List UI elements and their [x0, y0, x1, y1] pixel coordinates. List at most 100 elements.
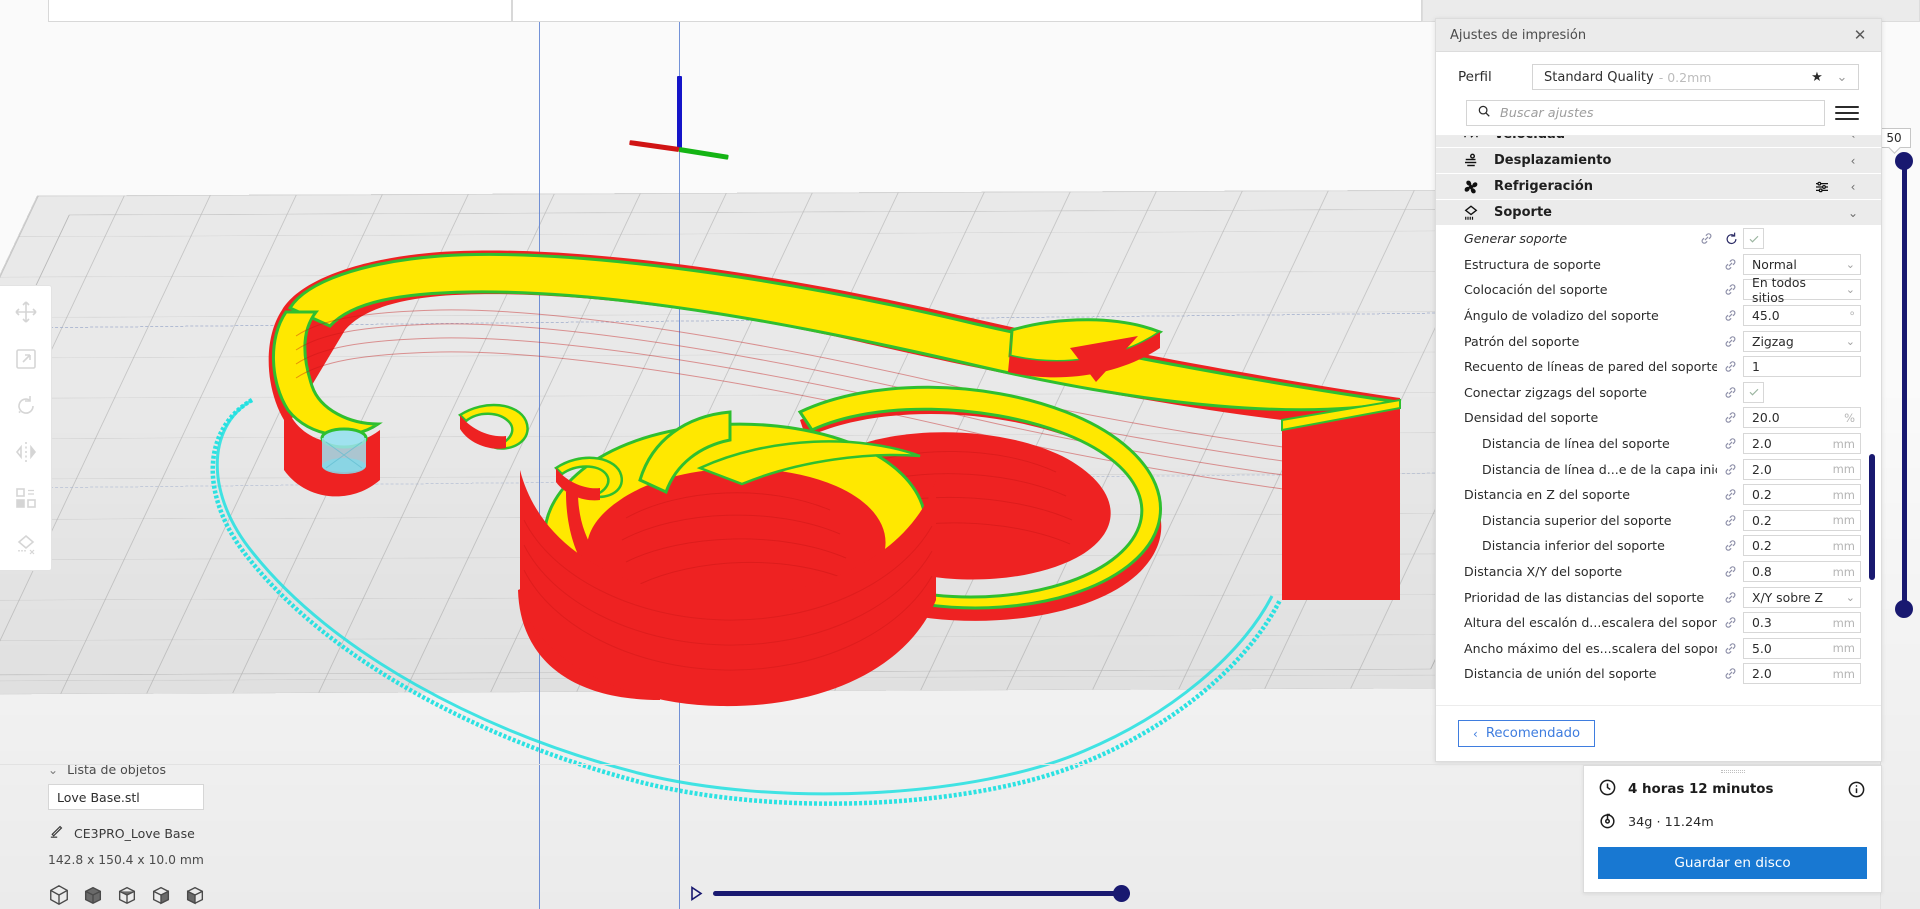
- setting-row-distancia-de-linea-del-soporte[interactable]: Distancia de línea del soporte 2.0 mm: [1436, 431, 1881, 457]
- save-to-disk-button[interactable]: Guardar en disco: [1598, 847, 1867, 879]
- setting-input[interactable]: 0.2 mm: [1743, 484, 1861, 506]
- setting-row-estructura-de-soporte[interactable]: Estructura de soporte Normal ⌄: [1436, 252, 1881, 278]
- simulation-slider-track[interactable]: [713, 884, 1130, 902]
- top-toolbar-center[interactable]: [512, 0, 1422, 22]
- setting-row-densidad-del-soporte[interactable]: Densidad del soporte 20.0%: [1436, 405, 1881, 431]
- simulation-slider-handle[interactable]: [1113, 884, 1130, 902]
- setting-input[interactable]: 20.0%: [1743, 407, 1861, 429]
- setting-row-recuento-de-lineas-de-pared-del-soporte[interactable]: Recuento de líneas de pared del soporte 1: [1436, 354, 1881, 380]
- link-icon[interactable]: [1717, 666, 1743, 681]
- link-icon[interactable]: [1717, 615, 1743, 630]
- chevron-down-icon[interactable]: ⌄: [1832, 70, 1852, 85]
- settings-menu-icon[interactable]: [1835, 106, 1859, 120]
- chevron-icon[interactable]: ‹: [1845, 154, 1861, 168]
- setting-row-generar-soporte[interactable]: Generar soporte: [1436, 226, 1881, 252]
- scale-tool-button[interactable]: [4, 338, 48, 385]
- per-model-settings-tool-button[interactable]: [4, 477, 48, 524]
- top-toolbar-left[interactable]: [48, 0, 512, 22]
- layer-slider-handle-top[interactable]: 50: [1877, 128, 1913, 170]
- setting-input[interactable]: 2.0 mm: [1743, 458, 1861, 480]
- setting-row-distancia-en-z-del-soporte[interactable]: Distancia en Z del soporte 0.2 mm: [1436, 482, 1881, 508]
- close-icon[interactable]: ✕: [1849, 24, 1871, 46]
- settings-scrollbar[interactable]: [1869, 454, 1875, 580]
- link-icon[interactable]: [1717, 641, 1743, 656]
- setting-row-distancia-superior-del-soporte[interactable]: Distancia superior del soporte 0.2 mm: [1436, 508, 1881, 534]
- link-icon[interactable]: [1717, 308, 1743, 323]
- settings-list[interactable]: Velocidad ‹ Desplazamiento ‹ Refrigeración ‹ S…: [1436, 135, 1881, 705]
- setting-row-distancia-xy-del-soporte[interactable]: Distancia X/Y del soporte 0.8 mm: [1436, 559, 1881, 585]
- setting-row-conectar-zigzags-del-soporte[interactable]: Conectar zigzags del soporte: [1436, 380, 1881, 406]
- simulation-playbar[interactable]: [690, 881, 1130, 905]
- left-tool-toolbar[interactable]: [0, 285, 52, 571]
- view-iso-button[interactable]: [48, 884, 70, 906]
- setting-row-angulo-de-voladizo-del-soporte[interactable]: Ángulo de voladizo del soporte 45.0 °: [1436, 303, 1881, 329]
- setting-input[interactable]: 5.0 mm: [1743, 637, 1861, 659]
- link-icon[interactable]: [1717, 359, 1743, 374]
- setting-input[interactable]: 0.2 mm: [1743, 509, 1861, 531]
- setting-dropdown[interactable]: Normal ⌄: [1743, 253, 1861, 275]
- link-icon[interactable]: [1717, 462, 1743, 477]
- setting-input[interactable]: 1: [1743, 356, 1861, 378]
- link-icon[interactable]: [1717, 564, 1743, 579]
- setting-row-ancho-maximo-del-escalon-escalera-del-soporte[interactable]: Ancho máximo del es...scalera del soport…: [1436, 636, 1881, 662]
- search-input[interactable]: [1500, 105, 1814, 121]
- setting-input[interactable]: 2.0 mm: [1743, 663, 1861, 685]
- recommended-mode-button[interactable]: ‹ Recomendado: [1458, 720, 1596, 747]
- mirror-tool-button[interactable]: [4, 431, 48, 478]
- view-top-button[interactable]: [116, 884, 138, 906]
- category-row-desplazamiento[interactable]: Desplazamiento ‹: [1436, 148, 1881, 174]
- link-icon[interactable]: [1693, 231, 1719, 246]
- setting-row-patron-del-soporte[interactable]: Patrón del soporte Zigzag ⌄: [1436, 328, 1881, 354]
- print-settings-panel[interactable]: Ajustes de impresión ✕ Perfil Standard Q…: [1435, 18, 1882, 762]
- layer-slider[interactable]: 50: [1877, 128, 1915, 620]
- link-icon[interactable]: [1717, 487, 1743, 502]
- category-row-refrigeracion[interactable]: Refrigeración ‹: [1436, 174, 1881, 200]
- setting-row-distancia-de-union-del-soporte[interactable]: Distancia de unión del soporte 2.0 mm: [1436, 661, 1881, 687]
- setting-row-colocacion-del-soporte[interactable]: Colocación del soporte En todos sitios ⌄: [1436, 275, 1881, 305]
- link-icon[interactable]: [1717, 590, 1743, 605]
- setting-checkbox[interactable]: [1743, 381, 1764, 403]
- view-front-button[interactable]: [82, 884, 104, 906]
- support-blocker-tool-button[interactable]: [4, 524, 48, 571]
- setting-row-prioridad-de-las-distancias-del-soporte[interactable]: Prioridad de las distancias del soporte X…: [1436, 584, 1881, 610]
- category-settings-icon[interactable]: [1811, 179, 1833, 195]
- link-icon[interactable]: [1717, 257, 1743, 272]
- layer-slider-handle-bottom[interactable]: [1895, 600, 1913, 618]
- view-left-button[interactable]: [150, 884, 172, 906]
- view-right-button[interactable]: [184, 884, 206, 906]
- play-icon[interactable]: [690, 885, 703, 901]
- profile-dropdown[interactable]: Standard Quality - 0.2mm ★ ⌄: [1532, 64, 1859, 90]
- rotate-tool-button[interactable]: [4, 384, 48, 431]
- object-file-name-field[interactable]: Love Base.stl: [48, 784, 204, 810]
- chevron-icon[interactable]: ⌄: [1845, 206, 1861, 220]
- setting-row-distancia-inferior-del-soporte[interactable]: Distancia inferior del soporte 0.2 mm: [1436, 533, 1881, 559]
- setting-row-altura-del-escalon-escalera-del-soporte[interactable]: Altura del escalón d...escalera del sopo…: [1436, 610, 1881, 636]
- setting-input[interactable]: 2.0 mm: [1743, 433, 1861, 455]
- object-list-panel[interactable]: ⌄ Lista de objetos Love Base.stl CE3PRO_…: [48, 762, 278, 906]
- link-icon[interactable]: [1717, 385, 1743, 400]
- setting-input[interactable]: 0.3 mm: [1743, 612, 1861, 634]
- print-info-panel[interactable]: 4 horas 12 minutos 34g · 11.24m Guardar …: [1583, 765, 1882, 893]
- search-box[interactable]: [1466, 100, 1825, 126]
- link-icon[interactable]: [1717, 334, 1743, 349]
- layer-slider-track[interactable]: [1901, 160, 1907, 610]
- link-icon[interactable]: [1717, 513, 1743, 528]
- link-icon[interactable]: [1717, 410, 1743, 425]
- link-icon[interactable]: [1717, 282, 1743, 297]
- setting-row-distancia-de-linea-de-la-capa-inicial[interactable]: Distancia de línea d...e de la capa inic…: [1436, 456, 1881, 482]
- link-icon[interactable]: [1717, 436, 1743, 451]
- setting-dropdown[interactable]: X/Y sobre Z ⌄: [1743, 586, 1861, 608]
- category-row-velocidad[interactable]: Velocidad ‹: [1436, 136, 1881, 148]
- drag-grip[interactable]: [1720, 770, 1745, 773]
- move-tool-button[interactable]: [4, 291, 48, 338]
- category-row-soporte[interactable]: Soporte ⌄: [1436, 200, 1881, 226]
- setting-input[interactable]: 0.8 mm: [1743, 561, 1861, 583]
- chevron-icon[interactable]: ‹: [1845, 180, 1861, 194]
- star-icon[interactable]: ★: [1807, 70, 1827, 85]
- info-icon[interactable]: [1845, 779, 1867, 801]
- view-buttons-row[interactable]: [48, 884, 278, 906]
- setting-dropdown[interactable]: Zigzag ⌄: [1743, 330, 1861, 352]
- setting-input[interactable]: 0.2 mm: [1743, 535, 1861, 557]
- setting-input[interactable]: 45.0 °: [1743, 305, 1861, 327]
- setting-checkbox[interactable]: [1743, 228, 1764, 250]
